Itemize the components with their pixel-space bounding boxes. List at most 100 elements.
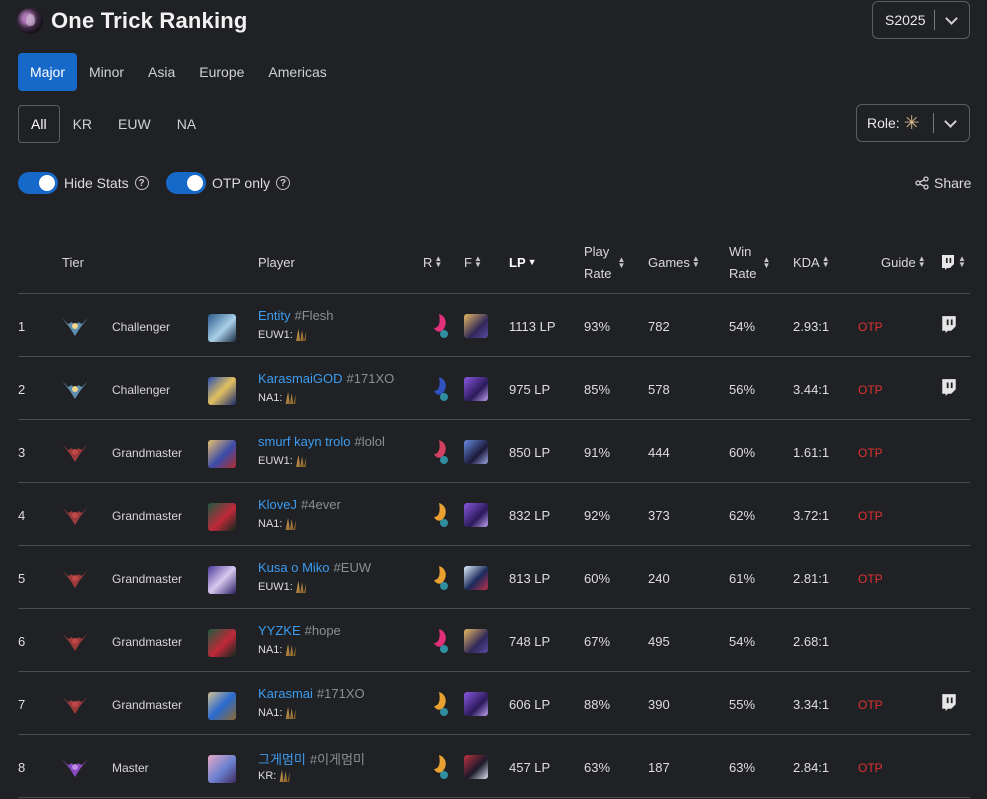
column-win-rate[interactable]: Win Rate ▲ ▼ bbox=[729, 241, 770, 285]
win-rate: 63% bbox=[729, 760, 756, 775]
games-count: 578 bbox=[648, 382, 670, 397]
player-server: NA1: bbox=[258, 392, 296, 404]
champion-portrait bbox=[208, 314, 236, 342]
tab-kr[interactable]: KR bbox=[60, 105, 105, 143]
tier-emblem-icon bbox=[62, 318, 88, 336]
sort-icon: ▲ ▼ bbox=[473, 254, 482, 269]
keystone-rune-icon bbox=[434, 629, 448, 653]
tab-na[interactable]: NA bbox=[164, 105, 209, 143]
column-games[interactable]: Games ▲ ▼ bbox=[648, 254, 700, 270]
all-roles-icon: ✳ bbox=[903, 112, 920, 134]
tab-minor[interactable]: Minor bbox=[77, 53, 136, 91]
tab-asia[interactable]: Asia bbox=[136, 53, 187, 91]
league-points: 832 LP bbox=[509, 508, 551, 523]
table-row[interactable]: 2 Challenger KarasmaiGOD #171XO NA1: 975 … bbox=[18, 357, 970, 420]
league-points: 457 LP bbox=[509, 760, 551, 775]
tier-name: Grandmaster bbox=[112, 635, 183, 649]
league-points: 813 LP bbox=[509, 571, 551, 586]
tab-major[interactable]: Major bbox=[18, 53, 78, 91]
tier-name: Grandmaster bbox=[112, 509, 183, 523]
region-tabs: Major Minor Asia Europe Americas bbox=[18, 53, 339, 91]
table-row[interactable]: 6 Grandmaster YYZKE #hope NA1: 748 LP 67%… bbox=[18, 609, 970, 672]
keystone-rune-icon bbox=[434, 314, 448, 338]
win-rate: 56% bbox=[729, 382, 756, 397]
otp-only-label: OTP only bbox=[212, 175, 271, 191]
role-select[interactable]: Role: ✳ bbox=[856, 104, 970, 142]
column-guide-label: Guide bbox=[881, 254, 916, 270]
claw-icon bbox=[296, 329, 307, 341]
hide-stats-switch[interactable] bbox=[18, 172, 58, 194]
season-select[interactable]: S2025 bbox=[872, 1, 970, 39]
player-name-link[interactable]: Kusa o Miko bbox=[258, 560, 330, 575]
tab-americas[interactable]: Americas bbox=[256, 53, 338, 91]
column-play-rate[interactable]: Play Rate ▲ ▼ bbox=[584, 241, 625, 285]
claw-icon bbox=[296, 455, 307, 467]
player-name-link[interactable]: smurf kayn trolo bbox=[258, 434, 350, 449]
player-name-link[interactable]: KarasmaiGOD bbox=[258, 371, 343, 386]
play-rate: 88% bbox=[584, 697, 611, 712]
otp-badge: OTP bbox=[858, 572, 883, 586]
player-tag: #171XO bbox=[346, 371, 395, 386]
otp-only-switch[interactable] bbox=[166, 172, 206, 194]
column-lp-label: LP bbox=[509, 254, 526, 270]
rank-number: 5 bbox=[18, 571, 26, 586]
switch-knob bbox=[39, 175, 55, 191]
table-row[interactable]: 5 Grandmaster Kusa o Miko #EUW EUW1: 813 … bbox=[18, 546, 970, 609]
server-tabs: All KR EUW NA bbox=[18, 105, 209, 143]
share-button[interactable]: Share bbox=[915, 173, 971, 193]
column-runes-label: R bbox=[423, 254, 433, 270]
rank-number: 7 bbox=[18, 697, 26, 712]
server-label: EUW1: bbox=[258, 455, 293, 467]
kda-ratio: 3.44:1 bbox=[793, 382, 830, 397]
table-row[interactable]: 7 Grandmaster Karasmai #171XO NA1: 606 LP… bbox=[18, 672, 970, 735]
server-label: EUW1: bbox=[258, 329, 293, 341]
column-spells[interactable]: F ▲ ▼ bbox=[464, 254, 482, 270]
table-row[interactable]: 1 Challenger Entity #Flesh EUW1: 1113 LP … bbox=[18, 294, 970, 357]
player-name-link[interactable]: YYZKE bbox=[258, 623, 301, 638]
tab-all[interactable]: All bbox=[18, 105, 60, 143]
table-header: Tier Player R ▲ ▼ F ▲ ▼ LP ▼ Play Rate ▲ ▼ … bbox=[18, 237, 970, 294]
tier-emblem-icon bbox=[62, 633, 88, 651]
league-points: 975 LP bbox=[509, 382, 551, 397]
player-name-link[interactable]: KloveJ bbox=[258, 497, 297, 512]
table-row[interactable]: 8 Master 그게멈미 #이게멈미 KR: 457 LP 63% 187 63… bbox=[18, 735, 970, 798]
champion-portrait bbox=[208, 566, 236, 594]
player-name-link[interactable]: Entity bbox=[258, 308, 291, 323]
win-rate: 55% bbox=[729, 697, 756, 712]
play-rate: 92% bbox=[584, 508, 611, 523]
column-runes[interactable]: R ▲ ▼ bbox=[423, 254, 442, 270]
twitch-icon[interactable] bbox=[940, 378, 958, 396]
table-row[interactable]: 4 Grandmaster KloveJ #4ever NA1: 832 LP 9… bbox=[18, 483, 970, 546]
column-games-label: Games bbox=[648, 254, 690, 270]
tab-euw[interactable]: EUW bbox=[105, 105, 164, 143]
twitch-icon[interactable] bbox=[940, 693, 958, 711]
league-points: 850 LP bbox=[509, 445, 551, 460]
twitch-icon[interactable] bbox=[940, 315, 958, 333]
player-name-link[interactable]: Karasmai bbox=[258, 686, 313, 701]
tab-europe[interactable]: Europe bbox=[187, 53, 256, 91]
table-row[interactable]: 3 Grandmaster smurf kayn trolo #lolol EUW… bbox=[18, 420, 970, 483]
rank-number: 3 bbox=[18, 445, 26, 460]
play-rate: 91% bbox=[584, 445, 611, 460]
column-guide[interactable]: Guide ▲ ▼ bbox=[881, 254, 926, 270]
tier-name: Challenger bbox=[112, 320, 171, 334]
games-count: 782 bbox=[648, 319, 670, 334]
column-twitch[interactable]: ▲ ▼ bbox=[940, 254, 966, 270]
tier-emblem-icon bbox=[62, 507, 88, 525]
games-count: 187 bbox=[648, 760, 670, 775]
claw-icon bbox=[296, 581, 307, 593]
sort-icon: ▲ ▼ bbox=[691, 254, 700, 269]
summoner-spell-icon bbox=[464, 503, 488, 527]
select-divider bbox=[934, 10, 935, 30]
tier-name: Grandmaster bbox=[112, 572, 183, 586]
chevron-down-icon bbox=[943, 114, 957, 128]
champion-portrait bbox=[208, 692, 236, 720]
keystone-rune-icon bbox=[434, 566, 448, 590]
help-icon[interactable]: ? bbox=[276, 176, 291, 190]
column-lp[interactable]: LP ▼ bbox=[509, 254, 537, 270]
tier-name: Grandmaster bbox=[112, 698, 183, 712]
column-kda[interactable]: KDA ▲ ▼ bbox=[793, 254, 830, 270]
player-name-link[interactable]: 그게멈미 bbox=[258, 752, 306, 767]
chevron-down-icon bbox=[945, 11, 958, 25]
help-icon[interactable]: ? bbox=[134, 176, 149, 190]
